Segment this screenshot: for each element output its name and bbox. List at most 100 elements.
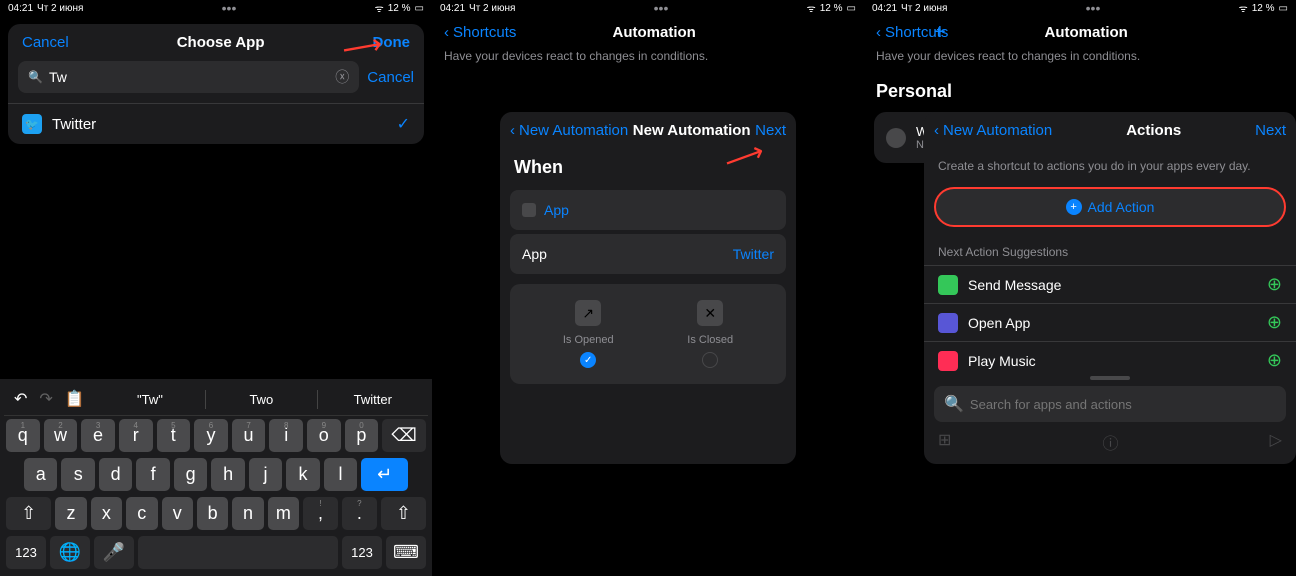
check-on-icon: ✓ (580, 352, 596, 368)
key-b[interactable]: b (197, 497, 228, 530)
add-action-button[interactable]: + Add Action (934, 187, 1286, 227)
key-w[interactable]: 2w (44, 419, 78, 452)
app-value-row[interactable]: App Twitter (510, 234, 786, 274)
key-x[interactable]: x (91, 497, 122, 530)
plus-icon[interactable]: ⊕ (1267, 350, 1282, 371)
key-n[interactable]: n (232, 497, 263, 530)
key-k[interactable]: k (286, 458, 319, 491)
comma-key[interactable]: !, (303, 497, 338, 530)
plus-icon[interactable]: ⊕ (1267, 274, 1282, 295)
search-icon: 🔍 (28, 70, 43, 84)
action-item[interactable]: Play Music⊕ (924, 341, 1296, 379)
subtitle: Have your devices react to changes in co… (432, 49, 864, 71)
return-key[interactable]: ↵ (361, 458, 408, 491)
key-o[interactable]: 9o (307, 419, 341, 452)
search-cancel-button[interactable]: Cancel (367, 69, 414, 86)
key-e[interactable]: 3e (81, 419, 115, 452)
app-row-twitter[interactable]: 🐦 Twitter ✓ (8, 103, 424, 144)
action-icon (938, 313, 958, 333)
suggestion-2[interactable]: Two (205, 390, 316, 409)
mic-key[interactable]: 🎤 (94, 536, 134, 569)
close-icon: ✕ (697, 300, 723, 326)
status-bar: 04:21 Чт 2 июня ••• ᯤ 12 % ▭ (432, 0, 864, 16)
dots-icon[interactable]: ••• (222, 0, 237, 16)
modal-back-button[interactable]: ‹ New Automation (934, 122, 1052, 139)
plus-circle-icon: + (1066, 199, 1082, 215)
app-row[interactable]: App (510, 190, 786, 230)
suggestion-1[interactable]: "Tw" (95, 390, 205, 409)
key-h[interactable]: h (211, 458, 244, 491)
back-button[interactable]: ‹ Shortcuts (444, 24, 516, 41)
globe-key[interactable]: 🌐 (50, 536, 90, 569)
key-i[interactable]: 8i (269, 419, 303, 452)
grid-icon[interactable]: ⊞ (938, 430, 951, 454)
numbers-key-right[interactable]: 123 (342, 536, 382, 569)
period-key[interactable]: ?. (342, 497, 377, 530)
modal-title: Choose App (177, 34, 265, 51)
redo-icon[interactable]: ↷ (39, 389, 52, 409)
modal-title: New Automation (633, 122, 751, 139)
battery-percent: 12 % (388, 3, 411, 14)
key-c[interactable]: c (126, 497, 157, 530)
add-button[interactable]: + (934, 21, 946, 44)
app-icon (522, 203, 536, 217)
actions-modal: ‹ New Automation Actions Next Create a s… (924, 112, 1296, 464)
action-item[interactable]: Send Message⊕ (924, 265, 1296, 303)
shift-key-right[interactable]: ⇧ (381, 497, 426, 530)
app-name: Twitter (52, 116, 387, 133)
cancel-button[interactable]: Cancel (22, 34, 69, 51)
new-automation-modal: ‹ New Automation New Automation Next Whe… (500, 112, 796, 464)
play-icon[interactable]: ▷ (1270, 430, 1282, 454)
key-v[interactable]: v (162, 497, 193, 530)
panel-choose-app: 04:21 Чт 2 июня ••• ᯤ 12 % ▭ Cancel Choo… (0, 0, 432, 576)
status-date: Чт 2 июня (37, 3, 83, 14)
key-q[interactable]: 1q (6, 419, 40, 452)
next-button[interactable]: Next (1255, 122, 1286, 139)
space-key[interactable] (138, 536, 338, 569)
toggle-closed[interactable]: ✕ Is Closed (687, 300, 733, 368)
info-icon[interactable]: ⓘ (1103, 430, 1119, 454)
key-p[interactable]: 0p (345, 419, 379, 452)
clear-icon[interactable]: ⓧ (335, 67, 349, 87)
undo-icon[interactable]: ↶ (14, 389, 27, 409)
search-input[interactable] (49, 69, 329, 85)
numbers-key[interactable]: 123 (6, 536, 46, 569)
paste-icon[interactable]: 📋 (65, 389, 85, 409)
action-search-input[interactable] (970, 397, 1276, 412)
key-t[interactable]: 5t (157, 419, 191, 452)
key-r[interactable]: 4r (119, 419, 153, 452)
action-icon (938, 275, 958, 295)
status-time: 04:21 (8, 3, 33, 14)
key-d[interactable]: d (99, 458, 132, 491)
next-button[interactable]: Next (755, 122, 786, 139)
key-a[interactable]: a (24, 458, 57, 491)
status-bar: 04:21 Чт 2 июня ••• ᯤ 12 % ▭ (864, 0, 1296, 16)
action-item[interactable]: Open App⊕ (924, 303, 1296, 341)
key-g[interactable]: g (174, 458, 207, 491)
drag-handle[interactable] (1090, 376, 1130, 380)
shift-key[interactable]: ⇧ (6, 497, 51, 530)
modal-back-button[interactable]: ‹ New Automation (510, 122, 628, 139)
key-j[interactable]: j (249, 458, 282, 491)
dots-icon[interactable]: ••• (1086, 0, 1101, 16)
toggle-opened[interactable]: ↗ Is Opened ✓ (563, 300, 614, 368)
key-z[interactable]: z (55, 497, 86, 530)
suggestion-3[interactable]: Twitter (317, 390, 428, 409)
personal-label: Personal (864, 71, 1296, 112)
key-m[interactable]: m (268, 497, 299, 530)
search-field[interactable]: 🔍 ⓧ (18, 61, 359, 93)
key-f[interactable]: f (136, 458, 169, 491)
dots-icon[interactable]: ••• (654, 0, 669, 16)
key-y[interactable]: 6y (194, 419, 228, 452)
status-date: Чт 2 июня (469, 3, 515, 14)
key-l[interactable]: l (324, 458, 357, 491)
action-search-field[interactable]: 🔍 (934, 386, 1286, 422)
keyboard-hide-key[interactable]: ⌨ (386, 536, 426, 569)
done-button[interactable]: Done (372, 34, 410, 51)
plus-icon[interactable]: ⊕ (1267, 312, 1282, 333)
key-u[interactable]: 7u (232, 419, 266, 452)
twitter-icon: 🐦 (22, 114, 42, 134)
delete-key[interactable]: ⌫ (382, 419, 426, 452)
key-s[interactable]: s (61, 458, 94, 491)
page-title: Automation (613, 24, 696, 41)
